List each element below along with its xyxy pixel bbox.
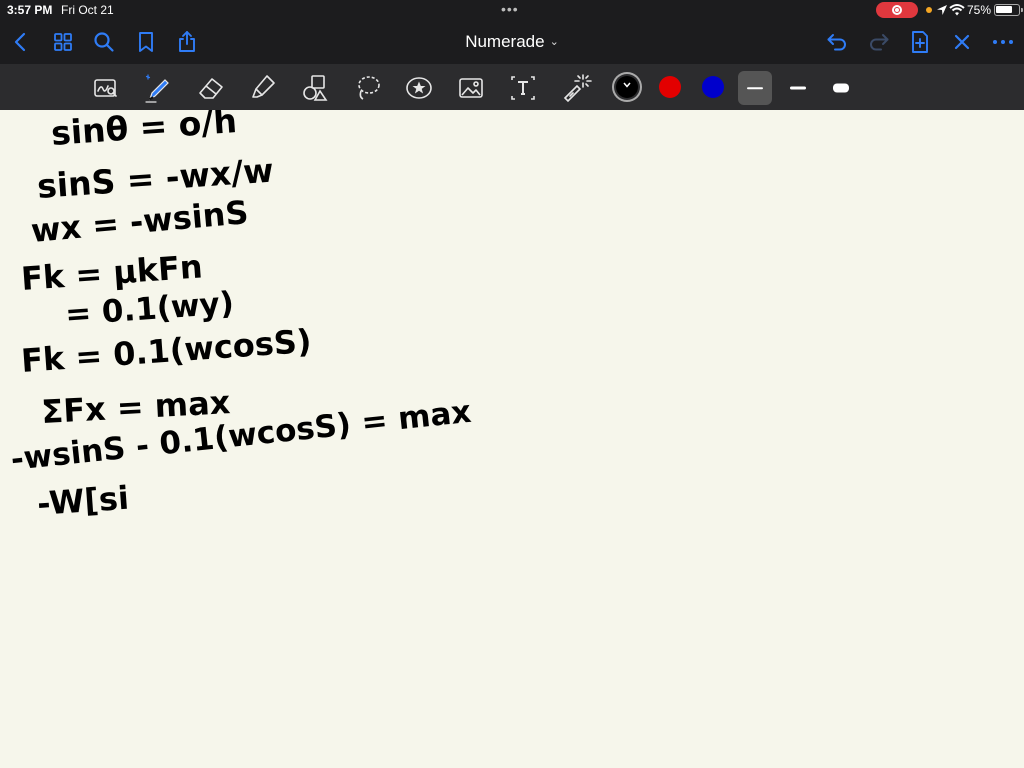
location-icon (935, 3, 949, 17)
undo-icon[interactable] (824, 29, 850, 55)
laser-pointer-icon[interactable] (560, 72, 592, 104)
add-page-icon[interactable] (907, 29, 933, 55)
text-icon[interactable] (507, 72, 539, 104)
battery-icon (994, 4, 1023, 16)
battery-percent: 75% (967, 3, 992, 17)
handwritten-line-9: -W[si (36, 479, 130, 523)
stroke-thick-option[interactable] (824, 71, 858, 105)
lasso-icon[interactable] (352, 72, 384, 104)
redo-icon[interactable] (866, 29, 892, 55)
more-icon[interactable] (990, 29, 1016, 55)
battery-fill (996, 6, 1012, 13)
status-date: Fri Oct 21 (61, 3, 114, 17)
color-black-swatch[interactable] (616, 76, 638, 98)
close-icon[interactable] (949, 29, 975, 55)
sticker-icon[interactable] (403, 72, 435, 104)
chevron-down-icon[interactable]: ⌄ (550, 36, 559, 48)
status-time: 3:57 PM (7, 3, 53, 17)
eraser-icon[interactable] (195, 72, 227, 104)
color-blue-swatch[interactable] (702, 76, 724, 98)
stroke-thin-option[interactable] (738, 71, 772, 105)
multitasking-dots[interactable]: ••• (501, 1, 519, 17)
screen-recording-icon[interactable] (876, 2, 918, 18)
mic-indicator-icon (926, 7, 932, 13)
handwritten-line-6: Fk = 0.1(wcosS) (20, 322, 313, 380)
wifi-icon (949, 3, 965, 17)
shapes-icon[interactable] (299, 72, 331, 104)
handwritten-line-1: sinθ = o/h (50, 110, 238, 153)
stroke-medium-option[interactable] (781, 71, 815, 105)
lasso-zoom-icon[interactable] (90, 72, 122, 104)
navigation-bar: Numerade ⌄ (0, 20, 1024, 64)
color-red-swatch[interactable] (659, 76, 681, 98)
highlighter-icon[interactable] (247, 72, 279, 104)
status-bar: 3:57 PM Fri Oct 21 ••• 75% (0, 0, 1024, 20)
pen-icon[interactable] (141, 72, 173, 104)
image-icon[interactable] (455, 72, 487, 104)
note-canvas[interactable]: sinθ = o/h sinS = -wx/w wx = -wsinS Fk =… (0, 101, 1024, 768)
document-title-text[interactable]: Numerade (465, 32, 544, 51)
drawing-toolbar (0, 64, 1024, 110)
